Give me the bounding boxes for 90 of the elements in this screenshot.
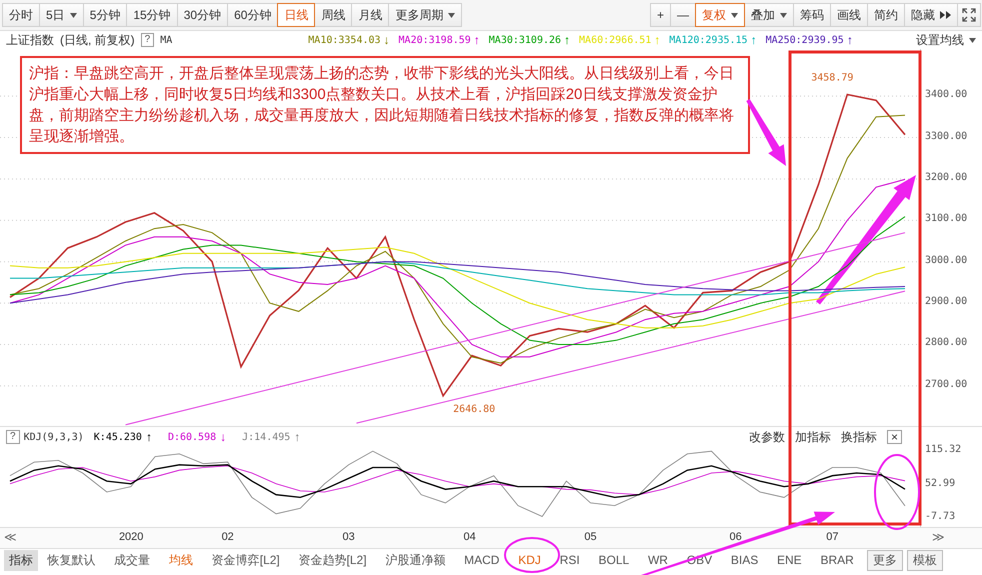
axis-label: 2700.00 xyxy=(925,378,968,390)
ma-value: MA30:3109.26 xyxy=(488,34,562,46)
double-arrow-icon xyxy=(940,11,951,19)
indicator-tab[interactable]: MACD xyxy=(454,553,509,567)
axis-label: 04 xyxy=(462,531,477,543)
chart-mode: (日线, 前复权) xyxy=(60,32,135,48)
scroll-right-button[interactable]: ≫ xyxy=(920,528,945,544)
price-label: 2646.80 xyxy=(453,404,496,415)
axis-label: -7.73 xyxy=(925,510,956,522)
indicator-action[interactable]: 改参数 xyxy=(748,428,785,446)
axis-label: 05 xyxy=(583,531,598,543)
indicator-value: J:14.495 xyxy=(242,432,290,442)
price-label: 3458.79 xyxy=(811,72,854,84)
fullscreen-icon[interactable] xyxy=(957,3,981,27)
toolbar-button[interactable]: — xyxy=(670,3,696,27)
ma-value: MA60:2966.51 xyxy=(579,34,652,46)
indicator-tab[interactable]: 成交量 xyxy=(104,552,160,568)
toolbar-button[interactable]: 筹码 xyxy=(793,3,831,27)
indicator-action[interactable]: 加指标 xyxy=(794,428,831,446)
trend-arrow: ↑ xyxy=(654,33,660,47)
axis-label: 07 xyxy=(825,531,840,543)
indicator-title: KDJ(9,3,3) xyxy=(24,432,84,442)
help-button[interactable]: ? xyxy=(140,33,154,47)
scroll-left-button[interactable]: ≪ xyxy=(4,530,17,544)
period-tab[interactable]: 15分钟 xyxy=(126,3,178,27)
axis-label: 52.99 xyxy=(925,478,956,489)
indicator-value: K:45.230 xyxy=(94,432,142,442)
trend-arrow: ↑ xyxy=(564,33,570,47)
indicator-tab[interactable]: 模板 xyxy=(907,550,944,570)
ma-value: MA250:2939.95 xyxy=(766,34,844,46)
trend-arrow: ↑ xyxy=(846,33,853,47)
index-name: 上证指数 xyxy=(6,32,54,48)
period-tab[interactable]: 月线 xyxy=(351,3,390,27)
indicator-tab[interactable]: RSI xyxy=(550,553,590,567)
highlight-ellipse xyxy=(504,537,560,573)
ma-value: MA10:3354.03 xyxy=(308,34,381,46)
toolbar-button[interactable]: 画线 xyxy=(830,3,868,27)
trend-arrow: ↑ xyxy=(294,430,300,444)
indicator-tab[interactable]: BIAS xyxy=(721,553,768,567)
trend-arrow: ↓ xyxy=(220,430,226,444)
indicator-tab[interactable]: 更多 xyxy=(867,550,904,570)
trend-arrow: ↑ xyxy=(750,33,757,47)
axis-label: 2800.00 xyxy=(925,337,968,348)
period-tab[interactable]: 日线 xyxy=(277,3,316,27)
commentary-text: 沪指：早盘跳空高开，开盘后整体呈现震荡上扬的态势，收带下影线的光头大阳线。从日线级别上看，今日沪指重心大幅上移，同时收复5日均线和3300点整数关口。从技术上看，沪指回踩20日线支撑激发资金护盘，前期踏空主力纷纷趁机入场，成交量再度放大，因此短期随着日线技术指标的修复，指数反弹的概率将呈现逐渐增强。 xyxy=(20,56,750,154)
axis-label: 3200.00 xyxy=(925,172,968,183)
ma-value: MA120:2935.15 xyxy=(669,34,748,46)
indicator-tab[interactable]: 均线 xyxy=(160,552,202,568)
period-tab[interactable]: 周线 xyxy=(314,3,352,27)
axis-label: 3100.00 xyxy=(925,213,968,224)
indicator-tab[interactable]: KDJ xyxy=(508,553,550,567)
ma-label: MA xyxy=(160,34,172,46)
axis-label: 03 xyxy=(342,531,356,543)
indicator-tab[interactable]: BRAR xyxy=(811,553,864,567)
toolbar-button[interactable]: 隐藏 xyxy=(904,3,958,27)
trend-arrow: ↑ xyxy=(146,430,152,444)
period-tab[interactable]: 60分钟 xyxy=(227,3,278,27)
period-tab[interactable]: 分时 xyxy=(2,3,40,27)
axis-label: 3400.00 xyxy=(925,89,968,100)
help-button[interactable]: ? xyxy=(6,430,20,444)
caret-icon xyxy=(969,38,976,42)
axis-label: 06 xyxy=(728,531,743,543)
axis-label: 3000.00 xyxy=(925,254,968,266)
trend-arrow: ↓ xyxy=(384,33,390,47)
close-button[interactable]: × xyxy=(886,430,902,444)
period-tab[interactable]: 5日 xyxy=(39,3,84,27)
axis-label: 02 xyxy=(220,531,235,543)
ma-value: MA20:3198.59 xyxy=(398,34,471,46)
period-tab[interactable]: 30分钟 xyxy=(176,3,228,27)
indicator-action[interactable]: 换指标 xyxy=(840,428,877,446)
axis-label: 115.32 xyxy=(925,444,962,456)
toolbar-button[interactable]: 叠加 xyxy=(744,3,794,27)
toolbar-button[interactable]: + xyxy=(650,3,671,27)
axis-label: 3300.00 xyxy=(925,130,968,142)
period-tab[interactable]: 5分钟 xyxy=(82,3,128,27)
indicator-tab[interactable]: BOLL xyxy=(589,553,639,567)
indicator-tab[interactable]: 沪股通净额 xyxy=(376,552,455,568)
trend-arrow: ↑ xyxy=(474,33,480,47)
toolbar-button[interactable]: 简约 xyxy=(867,3,905,27)
axis-label: 2900.00 xyxy=(925,296,968,308)
indicator-tab[interactable]: 资金趋势[L2] xyxy=(289,552,376,568)
toolbar-button[interactable]: 复权 xyxy=(695,3,745,27)
ma-settings-button[interactable]: 设置均线 xyxy=(916,32,976,48)
indicator-tab[interactable]: ENE xyxy=(768,553,812,567)
indicator-tab[interactable]: 资金博弈[L2] xyxy=(202,552,290,568)
period-tab[interactable]: 更多周期 xyxy=(388,3,462,27)
axis-label: 2020 xyxy=(118,531,143,543)
pointer-arrow xyxy=(746,99,786,166)
indicator-tab[interactable]: WR xyxy=(638,553,678,567)
indicator-value: D:60.598 xyxy=(168,432,216,442)
